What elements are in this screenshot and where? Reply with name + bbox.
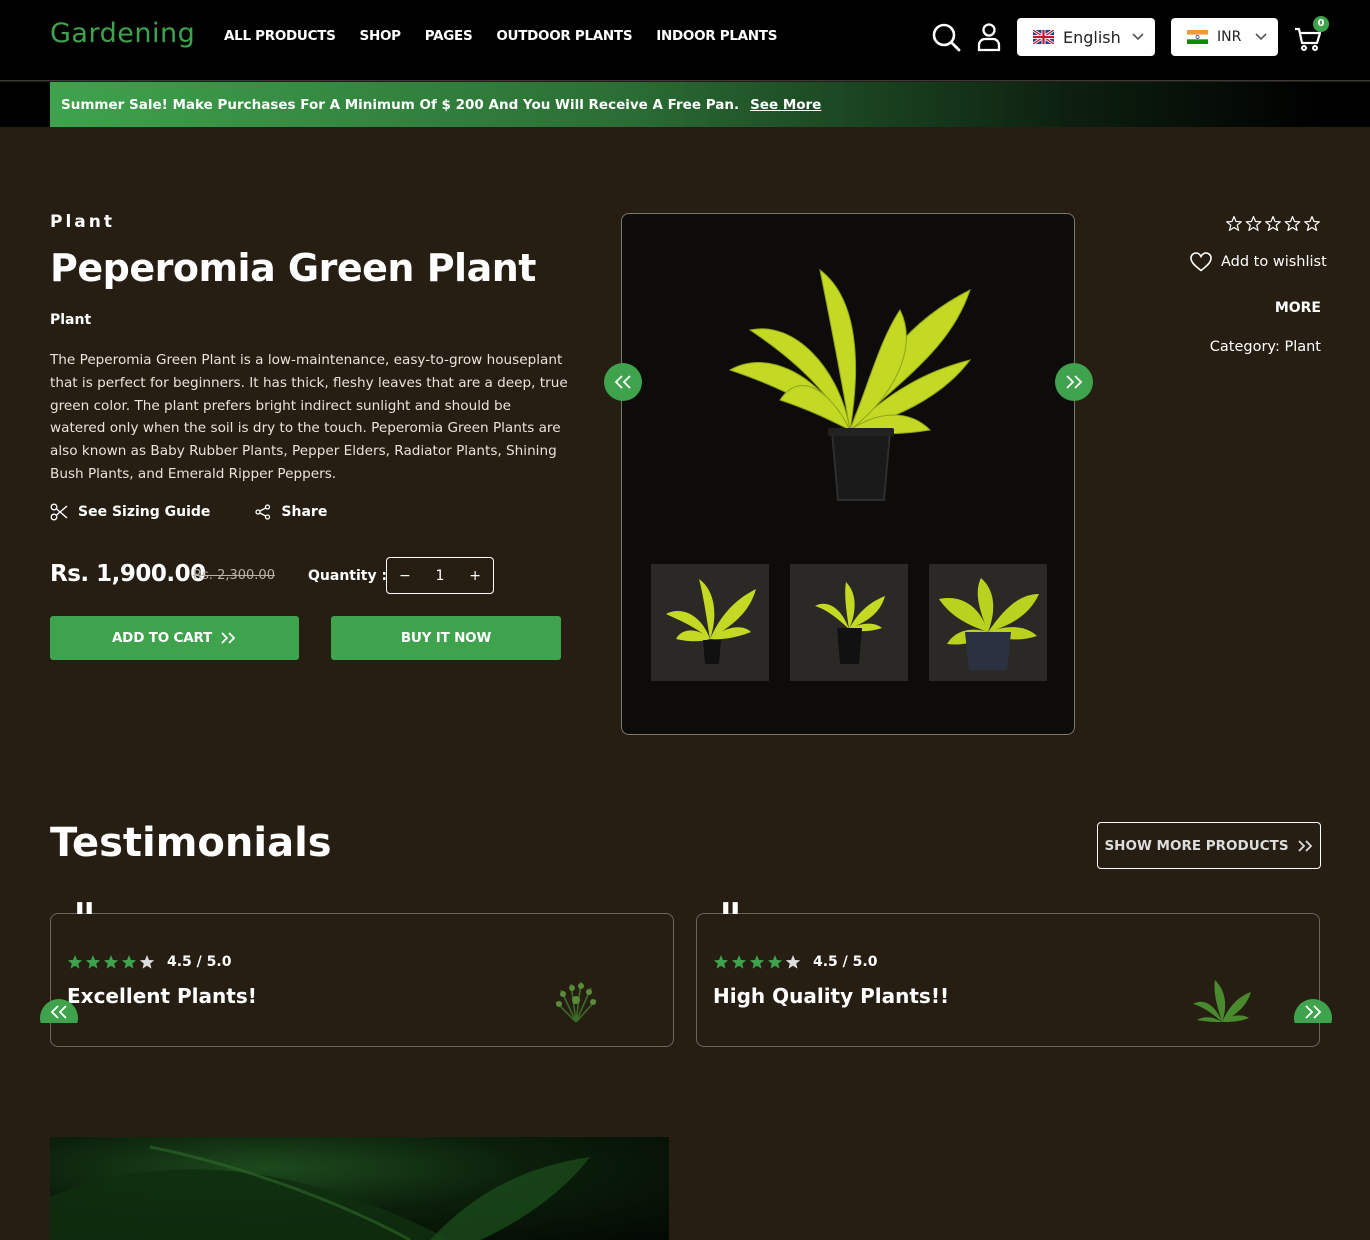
promo-see-more-link[interactable]: See More bbox=[750, 97, 821, 113]
testimonial-rating: 4.5 / 5.0 bbox=[713, 954, 877, 970]
testimonial-card: " 4.5 / 5.0 Excellent Plants! bbox=[50, 898, 674, 1047]
uk-flag-icon bbox=[1033, 30, 1054, 44]
cart-count-badge: 0 bbox=[1313, 16, 1329, 32]
thumbnail-image bbox=[815, 582, 885, 664]
product-star-rating[interactable] bbox=[1226, 215, 1322, 233]
product-title: Peperomia Green Plant bbox=[50, 246, 536, 290]
nav-indoor-plants[interactable]: INDOOR PLANTS bbox=[656, 28, 777, 44]
india-flag-icon bbox=[1187, 30, 1208, 44]
product-type: Plant bbox=[50, 312, 92, 328]
nav-outdoor-plants[interactable]: OUTDOOR PLANTS bbox=[496, 28, 632, 44]
nav-shop[interactable]: SHOP bbox=[360, 28, 402, 44]
testimonial-prev-button[interactable] bbox=[40, 999, 78, 1023]
sizing-guide-link[interactable]: See Sizing Guide bbox=[50, 503, 210, 521]
quantity-label: Quantity : bbox=[308, 568, 388, 584]
thumbnail-image bbox=[939, 578, 1039, 670]
thumbnail-image bbox=[666, 579, 756, 664]
testimonial-plant-image bbox=[1193, 980, 1251, 1022]
main-nav: ALL PRODUCTS SHOP PAGES OUTDOOR PLANTS I… bbox=[224, 28, 801, 44]
thumbnail-2[interactable] bbox=[790, 564, 908, 681]
add-to-cart-label: ADD TO CART bbox=[111, 630, 213, 646]
product-tools: See Sizing Guide Share bbox=[50, 503, 372, 521]
gallery-next-button[interactable] bbox=[1055, 363, 1093, 401]
testimonial-heading: High Quality Plants!! bbox=[713, 984, 950, 1008]
product-description: The Peperomia Green Plant is a low-maint… bbox=[50, 352, 568, 482]
add-to-wishlist-link[interactable]: Add to wishlist bbox=[1190, 252, 1327, 272]
double-chevron-right-icon bbox=[1297, 839, 1312, 852]
promo-text: Summer Sale! Make Purchases For A Minimu… bbox=[61, 96, 740, 113]
sizing-guide-label: See Sizing Guide bbox=[78, 504, 211, 520]
testimonial-heading: Excellent Plants! bbox=[67, 984, 257, 1008]
quantity-decrease-button[interactable]: − bbox=[399, 568, 411, 584]
share-link[interactable]: Share bbox=[255, 504, 327, 520]
site-header: Gardening ALL PRODUCTS SHOP PAGES OUTDOO… bbox=[0, 0, 1370, 81]
currency-label: INR bbox=[1217, 29, 1242, 45]
share-icon bbox=[255, 504, 271, 520]
product-category: Category: Plant bbox=[1209, 339, 1321, 355]
double-chevron-left-icon bbox=[614, 375, 631, 389]
quantity-value[interactable]: 1 bbox=[436, 568, 445, 584]
testimonial-plant-image bbox=[555, 981, 597, 1022]
scissors-icon bbox=[50, 503, 68, 521]
double-chevron-right-icon bbox=[1305, 1005, 1322, 1019]
quantity-stepper: − 1 + bbox=[386, 557, 494, 594]
chevron-down-icon bbox=[1132, 33, 1144, 41]
user-icon[interactable] bbox=[974, 22, 1004, 52]
double-chevron-right-icon bbox=[1066, 375, 1083, 389]
double-chevron-left-icon bbox=[50, 1005, 67, 1019]
show-more-label: SHOW MORE PRODUCTS bbox=[1104, 837, 1289, 854]
promo-banner: Summer Sale! Make Purchases For A Minimu… bbox=[50, 82, 1320, 127]
wishlist-label: Add to wishlist bbox=[1221, 254, 1327, 270]
quantity-increase-button[interactable]: + bbox=[469, 568, 481, 584]
product-gallery bbox=[621, 213, 1075, 735]
testimonial-next-button[interactable] bbox=[1294, 999, 1332, 1023]
more-link[interactable]: MORE bbox=[1275, 300, 1321, 316]
language-label: English bbox=[1063, 27, 1121, 47]
add-to-cart-button[interactable]: ADD TO CART bbox=[50, 616, 299, 660]
heart-icon bbox=[1190, 252, 1212, 272]
buy-now-label: BUY IT NOW bbox=[400, 630, 492, 646]
testimonial-score: 4.5 / 5.0 bbox=[167, 954, 232, 970]
search-icon[interactable] bbox=[931, 22, 961, 52]
thumbnail-3[interactable] bbox=[929, 564, 1047, 681]
currency-selector[interactable]: INR bbox=[1171, 18, 1278, 56]
featured-image bbox=[50, 1137, 669, 1240]
logo[interactable]: Gardening bbox=[50, 18, 195, 49]
quote-icon: " bbox=[73, 894, 96, 945]
show-more-products-button[interactable]: SHOW MORE PRODUCTS bbox=[1097, 822, 1321, 869]
nav-all-products[interactable]: ALL PRODUCTS bbox=[224, 28, 336, 44]
product-price: Rs. 1,900.00 bbox=[50, 561, 206, 587]
rating-stars-icon bbox=[713, 955, 801, 969]
testimonial-score: 4.5 / 5.0 bbox=[813, 954, 878, 970]
product-old-price: Rs. 2,300.00 bbox=[193, 568, 275, 583]
share-label: Share bbox=[281, 504, 328, 520]
buy-now-button[interactable]: BUY IT NOW bbox=[331, 616, 561, 660]
nav-pages[interactable]: PAGES bbox=[425, 28, 473, 44]
leaf-background-image bbox=[50, 1145, 590, 1240]
quote-icon: " bbox=[719, 894, 742, 945]
gallery-prev-button[interactable] bbox=[604, 363, 642, 401]
language-selector[interactable]: English bbox=[1017, 18, 1155, 56]
testimonial-card: " 4.5 / 5.0 High Quality Plants!! bbox=[696, 898, 1320, 1047]
testimonials-title: Testimonials bbox=[50, 820, 332, 866]
thumbnail-1[interactable] bbox=[651, 564, 769, 681]
testimonial-rating: 4.5 / 5.0 bbox=[67, 954, 231, 970]
rating-stars-icon bbox=[67, 955, 155, 969]
product-main-image[interactable] bbox=[720, 260, 980, 520]
double-chevron-right-icon bbox=[221, 632, 236, 644]
chevron-down-icon bbox=[1255, 33, 1267, 41]
product-eyebrow: Plant bbox=[50, 212, 115, 232]
